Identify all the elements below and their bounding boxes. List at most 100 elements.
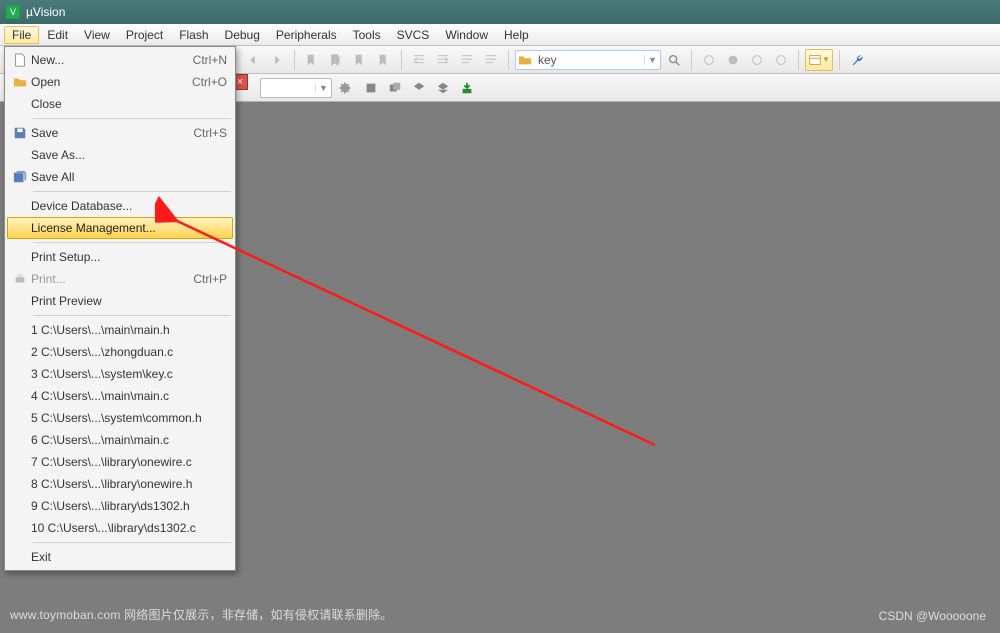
menu-label: Exit (31, 550, 227, 564)
menu-recent-4[interactable]: 4 C:\Users\...\main\main.c (7, 385, 233, 407)
translate-button[interactable] (432, 77, 454, 99)
menu-label: 7 C:\Users\...\library\onewire.c (31, 455, 227, 469)
menu-exit[interactable]: Exit (7, 546, 233, 568)
menu-license-management[interactable]: License Management... (7, 217, 233, 239)
uncomment-button[interactable] (480, 49, 502, 71)
dropdown-icon[interactable]: ▼ (644, 55, 660, 65)
menu-print-setup[interactable]: Print Setup... (7, 246, 233, 268)
find-button[interactable] (663, 49, 685, 71)
watermark-right: CSDN @Wooooone (879, 609, 986, 623)
bookmark-toggle-button[interactable] (301, 49, 323, 71)
menu-label: Save All (31, 170, 227, 184)
menu-project[interactable]: Project (118, 26, 171, 44)
menu-separator (33, 315, 231, 316)
dropdown-icon[interactable]: ▼ (315, 83, 331, 93)
toolbar-separator (508, 50, 509, 70)
bookmark-prev-button[interactable] (325, 49, 347, 71)
rebuild-button[interactable] (384, 77, 406, 99)
menu-label: Print... (31, 272, 183, 286)
menu-label: Device Database... (31, 199, 227, 213)
bookmark-next-button[interactable] (349, 49, 371, 71)
menu-flash[interactable]: Flash (171, 26, 216, 44)
menu-save[interactable]: Save Ctrl+S (7, 122, 233, 144)
menu-label: 4 C:\Users\...\main\main.c (31, 389, 227, 403)
batch-build-button[interactable] (408, 77, 430, 99)
menu-tools[interactable]: Tools (345, 26, 389, 44)
build-button[interactable] (360, 77, 382, 99)
menu-separator (33, 242, 231, 243)
menu-recent-9[interactable]: 9 C:\Users\...\library\ds1302.h (7, 495, 233, 517)
menu-shortcut: Ctrl+S (193, 126, 227, 140)
indent-right-button[interactable] (432, 49, 454, 71)
save-all-icon (9, 168, 31, 186)
wrench-icon[interactable] (846, 49, 868, 71)
menu-svcs[interactable]: SVCS (389, 26, 438, 44)
menu-label: 6 C:\Users\...\main\main.c (31, 433, 227, 447)
menu-label: 9 C:\Users\...\library\ds1302.h (31, 499, 227, 513)
menu-bar: File Edit View Project Flash Debug Perip… (0, 24, 1000, 46)
nav-back-button[interactable] (242, 49, 264, 71)
menu-label: 1 C:\Users\...\main\main.h (31, 323, 227, 337)
breakpoint2-icon[interactable] (746, 49, 768, 71)
file-new-icon (9, 51, 31, 69)
menu-save-as[interactable]: Save As... (7, 144, 233, 166)
menu-window[interactable]: Window (437, 26, 496, 44)
menu-recent-1[interactable]: 1 C:\Users\...\main\main.h (7, 319, 233, 341)
toolbar-separator (401, 50, 402, 70)
toolbar-separator (691, 50, 692, 70)
app-title: µVision (26, 5, 65, 19)
indent-left-button[interactable] (408, 49, 430, 71)
save-icon (9, 124, 31, 142)
menu-recent-3[interactable]: 3 C:\Users\...\system\key.c (7, 363, 233, 385)
breakpoint3-icon[interactable] (770, 49, 792, 71)
menu-label: 2 C:\Users\...\zhongduan.c (31, 345, 227, 359)
menu-label: Save (31, 126, 183, 140)
find-combo[interactable]: ▼ (515, 50, 661, 70)
bookmark-clear-button[interactable] (373, 49, 395, 71)
menu-recent-7[interactable]: 7 C:\Users\...\library\onewire.c (7, 451, 233, 473)
menu-label: License Management... (31, 221, 227, 235)
menu-save-all[interactable]: Save All (7, 166, 233, 188)
menu-separator (33, 191, 231, 192)
configure-button[interactable]: ▼ (805, 49, 833, 71)
debug-icon[interactable] (698, 49, 720, 71)
app-icon: V (6, 5, 20, 19)
menu-open[interactable]: Open Ctrl+O (7, 71, 233, 93)
menu-label: Open (31, 75, 182, 89)
menu-label: Save As... (31, 148, 227, 162)
folder-icon (516, 53, 534, 67)
menu-label: Print Preview (31, 294, 227, 308)
comment-button[interactable] (456, 49, 478, 71)
menu-recent-2[interactable]: 2 C:\Users\...\zhongduan.c (7, 341, 233, 363)
breakpoint-icon[interactable] (722, 49, 744, 71)
menu-view[interactable]: View (76, 26, 118, 44)
nav-forward-button[interactable] (266, 49, 288, 71)
target-combo[interactable]: ▼ (260, 78, 332, 98)
menu-recent-10[interactable]: 10 C:\Users\...\library\ds1302.c (7, 517, 233, 539)
menu-print[interactable]: Print... Ctrl+P (7, 268, 233, 290)
menu-file[interactable]: File (4, 26, 39, 44)
menu-label: Close (31, 97, 227, 111)
find-input[interactable] (534, 53, 644, 67)
menu-new[interactable]: New... Ctrl+N (7, 49, 233, 71)
menu-peripherals[interactable]: Peripherals (268, 26, 345, 44)
menu-shortcut: Ctrl+N (193, 53, 227, 67)
folder-open-icon (9, 73, 31, 91)
options-button[interactable] (334, 77, 356, 99)
menu-edit[interactable]: Edit (39, 26, 76, 44)
menu-label: 5 C:\Users\...\system\common.h (31, 411, 227, 425)
menu-label: 8 C:\Users\...\library\onewire.h (31, 477, 227, 491)
menu-label: New... (31, 53, 183, 67)
menu-label: 3 C:\Users\...\system\key.c (31, 367, 227, 381)
menu-help[interactable]: Help (496, 26, 537, 44)
menu-debug[interactable]: Debug (217, 26, 268, 44)
menu-close[interactable]: Close (7, 93, 233, 115)
menu-recent-8[interactable]: 8 C:\Users\...\library\onewire.h (7, 473, 233, 495)
menu-recent-5[interactable]: 5 C:\Users\...\system\common.h (7, 407, 233, 429)
title-bar: V µVision (0, 0, 1000, 24)
download-button[interactable] (456, 77, 478, 99)
menu-device-database[interactable]: Device Database... (7, 195, 233, 217)
toolbar-separator (798, 50, 799, 70)
menu-recent-6[interactable]: 6 C:\Users\...\main\main.c (7, 429, 233, 451)
menu-print-preview[interactable]: Print Preview (7, 290, 233, 312)
